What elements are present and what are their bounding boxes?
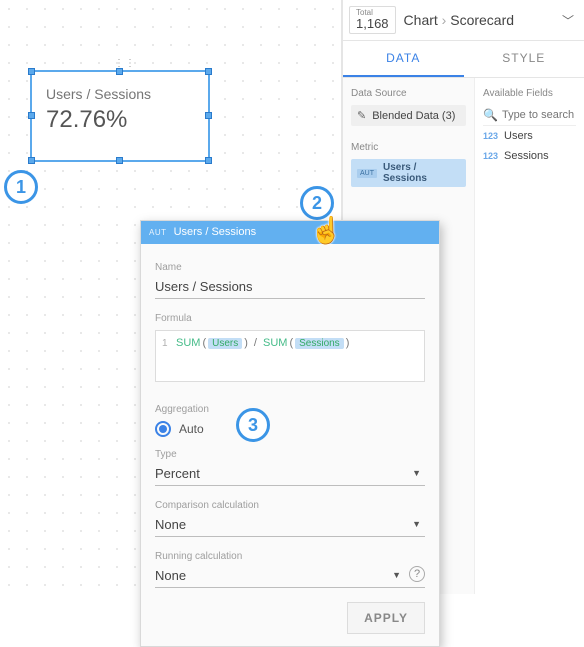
data-source-row[interactable]: ✎ Blended Data (3) (351, 105, 466, 126)
resize-handle[interactable] (205, 157, 212, 164)
running-select[interactable]: None (155, 564, 425, 588)
comparison-label: Comparison calculation (155, 500, 425, 511)
aggregation-auto-radio[interactable]: Auto (155, 421, 425, 437)
running-label: Running calculation (155, 551, 425, 562)
metric-label: Metric (351, 142, 466, 153)
comparison-select[interactable]: None (155, 513, 425, 537)
resize-handle[interactable] (205, 68, 212, 75)
scorecard[interactable]: ⋮⋮ Users / Sessions 72.76% (30, 70, 210, 162)
breadcrumb[interactable]: Chart › Scorecard (404, 12, 554, 28)
formula-editor[interactable]: 1 SUM ( Users ) / SUM ( Sessions ) (155, 330, 425, 382)
pencil-icon: ✎ (357, 109, 366, 122)
annotation-1: 1 (4, 170, 38, 204)
aut-badge: AUT (149, 228, 171, 237)
help-icon[interactable]: ? (409, 566, 425, 582)
popup-title: Users / Sessions (174, 226, 257, 238)
field-chip-sessions[interactable]: Sessions (295, 338, 344, 349)
tab-style[interactable]: STYLE (464, 41, 584, 77)
resize-handle[interactable] (205, 112, 212, 119)
calculated-field-editor: AUT Users / Sessions Name Formula 1 SUM … (140, 220, 440, 647)
formula-label: Formula (155, 313, 425, 324)
popup-header[interactable]: AUT Users / Sessions (141, 221, 439, 244)
fields-search-input[interactable] (502, 105, 576, 125)
aut-badge: AUT (357, 169, 377, 178)
aggregation-label: Aggregation (155, 404, 425, 415)
type-label: Type (155, 449, 425, 460)
resize-handle[interactable] (28, 157, 35, 164)
apply-button[interactable]: APPLY (347, 602, 425, 634)
total-count: Total 1,168 (349, 6, 396, 34)
field-chip-users[interactable]: Users (208, 338, 242, 349)
search-icon: 🔍 (483, 108, 498, 122)
line-number: 1 (162, 338, 174, 349)
resize-handle[interactable] (116, 68, 123, 75)
cursor-hand-icon: ☝ (310, 215, 342, 246)
field-row-sessions[interactable]: 123 Sessions (483, 146, 576, 166)
numeric-icon: 123 (483, 151, 498, 161)
scorecard-value: 72.76% (46, 106, 194, 134)
available-fields-label: Available Fields (483, 88, 576, 99)
numeric-icon: 123 (483, 131, 498, 141)
name-label: Name (155, 262, 425, 273)
scorecard-label: Users / Sessions (46, 86, 194, 102)
resize-handle[interactable] (116, 157, 123, 164)
data-source-label: Data Source (351, 88, 466, 99)
chevron-down-icon[interactable]: ﹀ (562, 12, 574, 29)
radio-icon (155, 421, 171, 437)
tab-data[interactable]: DATA (343, 41, 464, 77)
resize-handle[interactable] (28, 112, 35, 119)
field-row-users[interactable]: 123 Users (483, 126, 576, 146)
metric-chip[interactable]: AUT Users / Sessions (351, 159, 466, 187)
type-select[interactable]: Percent (155, 462, 425, 486)
name-field[interactable] (155, 275, 425, 299)
resize-handle[interactable] (28, 68, 35, 75)
annotation-3: 3 (236, 408, 270, 442)
